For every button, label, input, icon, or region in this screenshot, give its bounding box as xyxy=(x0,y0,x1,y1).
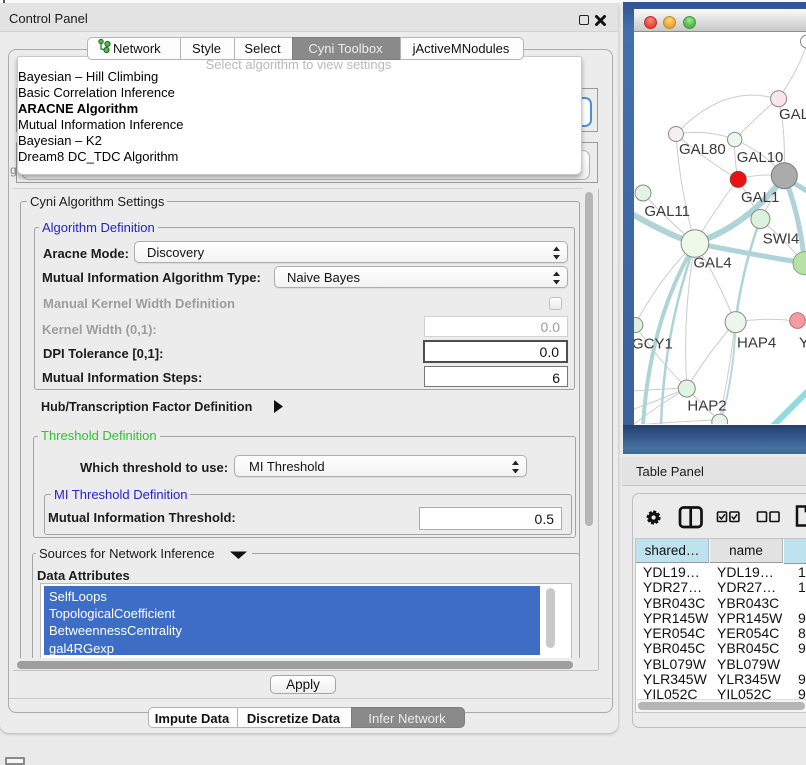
svg-text:HAP2: HAP2 xyxy=(687,398,726,415)
svg-text:SWI4: SWI4 xyxy=(763,231,800,248)
svg-text:GAL10: GAL10 xyxy=(737,149,784,166)
svg-text:GAL1: GAL1 xyxy=(741,189,779,206)
svg-text:GAL7: GAL7 xyxy=(779,106,806,123)
svg-text:GCY1: GCY1 xyxy=(634,336,673,353)
svg-text:Y: Y xyxy=(799,335,806,352)
svg-text:GAL11: GAL11 xyxy=(644,203,690,220)
svg-text:GAL80: GAL80 xyxy=(679,141,726,158)
svg-text:HAP4: HAP4 xyxy=(737,335,776,352)
svg-text:GAL4: GAL4 xyxy=(693,255,731,272)
